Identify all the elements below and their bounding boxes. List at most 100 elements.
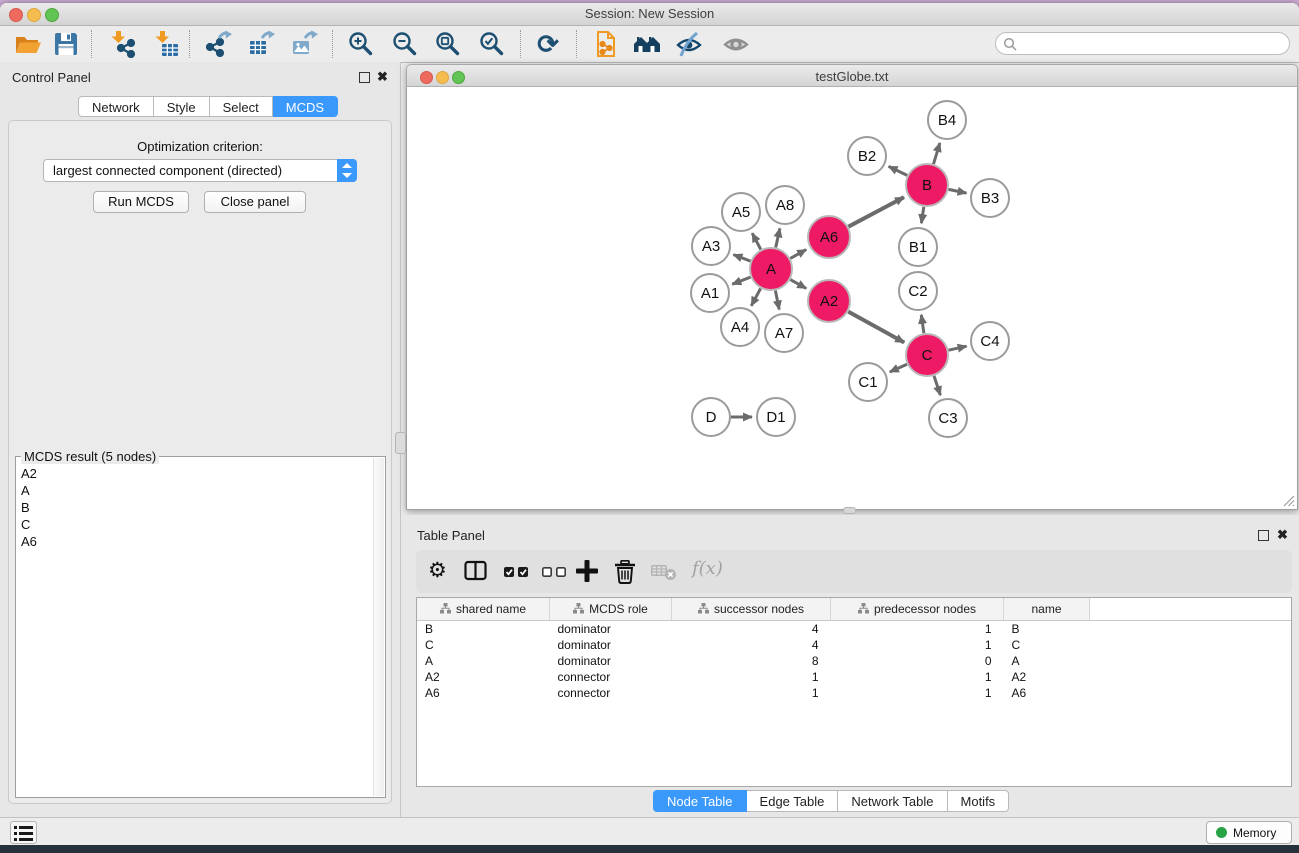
graph-node-A2[interactable]: A2 xyxy=(808,280,850,322)
tab-select[interactable]: Select xyxy=(210,96,273,117)
graph-node-B3[interactable]: B3 xyxy=(971,179,1009,217)
graph-edge-B-B3[interactable] xyxy=(949,189,967,193)
delete-column-trash-icon[interactable] xyxy=(614,560,636,589)
graph-edge-A-A3[interactable] xyxy=(733,255,750,262)
graph-node-C1[interactable]: C1 xyxy=(849,363,887,401)
new-network-from-selection-icon[interactable] xyxy=(592,30,620,58)
graph-node-D1[interactable]: D1 xyxy=(757,398,795,436)
column-header-mcds-role[interactable]: MCDS role xyxy=(550,598,672,621)
graph-node-A7[interactable]: A7 xyxy=(765,314,803,352)
zoom-in-icon[interactable] xyxy=(347,30,375,58)
column-header-successor-nodes[interactable]: successor nodes xyxy=(672,598,831,621)
export-image-icon[interactable] xyxy=(290,30,318,58)
import-table-icon[interactable] xyxy=(152,30,180,58)
tab-network-table[interactable]: Network Table xyxy=(838,790,947,812)
zoom-out-icon[interactable] xyxy=(391,30,419,58)
close-panel-icon[interactable]: ✖ xyxy=(1277,529,1288,540)
graph-edge-B-B1[interactable] xyxy=(921,207,923,223)
graph-node-A1[interactable]: A1 xyxy=(691,274,729,312)
graph-edge-B-B2[interactable] xyxy=(889,166,908,175)
graph-node-B2[interactable]: B2 xyxy=(848,137,886,175)
mcds-result-item[interactable]: C xyxy=(17,516,374,533)
vertical-splitter-handle[interactable] xyxy=(395,432,406,454)
graph-edge-A2-C[interactable] xyxy=(848,312,904,343)
create-column-plus-icon[interactable] xyxy=(576,560,598,587)
tab-motifs[interactable]: Motifs xyxy=(948,790,1010,812)
graph-node-C2[interactable]: C2 xyxy=(899,272,937,310)
deselect-all-columns-icon[interactable] xyxy=(542,565,568,583)
mcds-result-item[interactable]: A6 xyxy=(17,533,374,550)
graph-edge-A-A5[interactable] xyxy=(752,233,761,249)
zoom-selected-icon[interactable] xyxy=(478,30,506,58)
table-row[interactable]: A6connector11A6 xyxy=(417,685,1291,701)
column-header-predecessor-nodes[interactable]: predecessor nodes xyxy=(831,598,1004,621)
search-input[interactable] xyxy=(995,32,1290,55)
scrollbar-track[interactable] xyxy=(373,458,384,796)
close-panel-button[interactable]: Close panel xyxy=(204,191,306,213)
memory-button[interactable]: Memory xyxy=(1206,821,1292,844)
graph-edge-A-A4[interactable] xyxy=(751,288,760,305)
graph-edge-A-A6[interactable] xyxy=(790,250,806,259)
graph-node-B1[interactable]: B1 xyxy=(899,228,937,266)
graph-edge-C-C4[interactable] xyxy=(949,346,967,350)
graph-node-A6[interactable]: A6 xyxy=(808,216,850,258)
show-all-icon[interactable] xyxy=(722,30,750,58)
table-row[interactable]: Cdominator41C xyxy=(417,637,1291,653)
hide-selected-icon[interactable] xyxy=(675,30,703,58)
graph-node-A4[interactable]: A4 xyxy=(721,308,759,346)
graph-edge-A-A8[interactable] xyxy=(776,228,780,247)
column-header-shared-name[interactable]: shared name xyxy=(417,598,550,621)
import-network-icon[interactable] xyxy=(108,30,136,58)
horizontal-splitter-handle[interactable] xyxy=(843,507,856,514)
mcds-result-item[interactable]: A xyxy=(17,482,374,499)
mcds-result-item[interactable]: A2 xyxy=(17,465,374,482)
tab-style[interactable]: Style xyxy=(154,96,210,117)
network-canvas[interactable]: B4 B2 B B3 A5A8A6 B1 A3 A A1 C2 A2 A4A7 C C4 C1 C3 D D1 xyxy=(406,87,1298,510)
export-network-icon[interactable] xyxy=(204,30,232,58)
graph-edge-C-C2[interactable] xyxy=(921,315,924,333)
run-mcds-button[interactable]: Run MCDS xyxy=(93,191,189,213)
open-session-icon[interactable] xyxy=(14,30,42,58)
export-table-icon[interactable] xyxy=(247,30,275,58)
save-session-icon[interactable] xyxy=(52,30,80,58)
float-panel-icon[interactable] xyxy=(1258,530,1269,541)
graph-edge-C-C1[interactable] xyxy=(890,364,907,372)
table-row[interactable]: Adominator80A xyxy=(417,653,1291,669)
graph-edge-A-A7[interactable] xyxy=(775,291,779,310)
float-panel-icon[interactable] xyxy=(359,72,370,83)
mcds-result-item[interactable]: B xyxy=(17,499,374,516)
tab-edge-table[interactable]: Edge Table xyxy=(747,790,839,812)
graph-node-A3[interactable]: A3 xyxy=(692,227,730,265)
tab-network[interactable]: Network xyxy=(78,96,154,117)
graph-node-A5[interactable]: A5 xyxy=(722,193,760,231)
close-panel-icon[interactable]: ✖ xyxy=(377,71,388,82)
tab-node-table[interactable]: Node Table xyxy=(653,790,747,812)
graph-edge-A-A1[interactable] xyxy=(732,277,750,284)
graph-node-C3[interactable]: C3 xyxy=(929,399,967,437)
graph-node-B[interactable]: B xyxy=(906,164,948,206)
select-all-columns-icon[interactable] xyxy=(504,565,530,583)
graph-node-C[interactable]: C xyxy=(906,334,948,376)
task-history-button[interactable] xyxy=(10,821,37,844)
network-graph[interactable]: B4 B2 B B3 A5A8A6 B1 A3 A A1 C2 A2 A4A7 C C4 C1 C3 D D1 xyxy=(407,87,1297,508)
criterion-select[interactable]: largest connected component (directed) xyxy=(43,159,357,182)
column-header-name[interactable]: name xyxy=(1004,598,1090,621)
graph-edge-C-C3[interactable] xyxy=(934,376,940,395)
graph-node-C4[interactable]: C4 xyxy=(971,322,1009,360)
zoom-fit-icon[interactable] xyxy=(434,30,462,58)
graph-node-B4[interactable]: B4 xyxy=(928,101,966,139)
home-layout-icon[interactable] xyxy=(633,30,661,58)
graph-node-A[interactable]: A xyxy=(750,248,792,290)
graph-node-A8[interactable]: A8 xyxy=(766,186,804,224)
table-settings-gear-icon[interactable]: ⚙ xyxy=(428,559,447,583)
resize-grip-icon[interactable] xyxy=(1282,494,1295,507)
table-row[interactable]: A2connector11A2 xyxy=(417,669,1291,685)
table-row[interactable]: Bdominator41B xyxy=(417,621,1291,638)
graph-edge-A-A2[interactable] xyxy=(790,280,806,289)
refresh-icon[interactable]: ⟳ xyxy=(534,30,562,58)
tab-mcds[interactable]: MCDS xyxy=(273,96,338,117)
graph-edge-B-B4[interactable] xyxy=(934,143,940,164)
show-columns-icon[interactable] xyxy=(464,560,488,587)
graph-edge-A6-B[interactable] xyxy=(848,197,904,227)
graph-node-D[interactable]: D xyxy=(692,398,730,436)
